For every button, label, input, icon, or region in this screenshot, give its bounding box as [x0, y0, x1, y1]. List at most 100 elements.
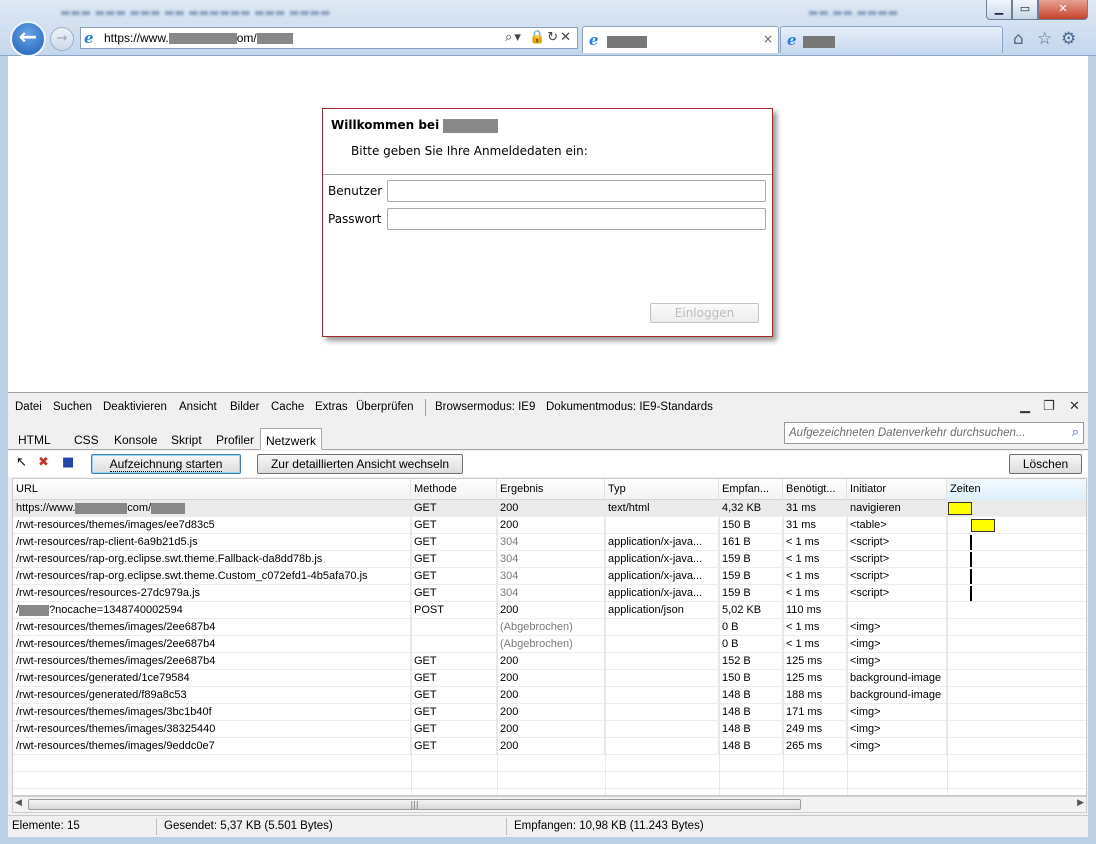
cell-result: 200 — [497, 602, 605, 619]
undock-icon[interactable]: ❐ — [1043, 399, 1055, 414]
cell-received: 4,32 KB — [719, 500, 783, 517]
table-row[interactable]: /rwt-resources/generated/f89a8c53 GET 200 1… — [13, 687, 1086, 704]
cell-time: < 1 ms — [783, 534, 847, 551]
menu-bilder[interactable]: Bilder — [230, 401, 259, 413]
address-bar[interactable]: e https://www. om/ ⌕▾ 🔒↻✕ — [80, 27, 578, 49]
tab-skript[interactable]: Skript — [171, 428, 202, 450]
col-zeiten[interactable]: Zeiten — [947, 479, 1086, 500]
document-mode[interactable]: Dokumentmodus: IE9-Standards — [546, 401, 713, 413]
menu-deaktivieren[interactable]: Deaktivieren — [103, 401, 167, 413]
lock-icon[interactable]: 🔒 — [529, 30, 547, 45]
table-row[interactable]: /rwt-resources/generated/1ce79584 GET 200 1… — [13, 670, 1086, 687]
scroll-left-icon[interactable]: ◀ — [15, 798, 22, 808]
cell-timing — [947, 534, 1086, 551]
gear-icon[interactable]: ⚙ — [1061, 29, 1076, 49]
cell-url: /rwt-resources/generated/1ce79584 — [13, 670, 411, 687]
tab-profiler[interactable]: Profiler — [216, 428, 254, 450]
minimize-icon[interactable]: ▁ — [1020, 399, 1030, 414]
search-icon[interactable]: ⌕ — [505, 30, 514, 45]
table-row[interactable]: /rwt-resources/themes/images/3bc1b40f GET… — [13, 704, 1086, 721]
menu-extras[interactable]: Extras — [315, 401, 348, 413]
save-icon[interactable]: ■ — [62, 455, 74, 470]
clear-button[interactable]: Löschen — [1009, 454, 1082, 474]
table-row[interactable]: /rwt-resources/resources-27dc979a.js GET 3… — [13, 585, 1086, 602]
cell-time: 110 ms — [783, 602, 847, 619]
table-row[interactable]: /rwt-resources/themes/images/38325440 GET… — [13, 721, 1086, 738]
timing-tick — [970, 569, 972, 584]
star-icon[interactable]: ☆ — [1037, 29, 1052, 49]
menu-ueberpruefen[interactable]: Überprüfen — [356, 401, 414, 413]
url-field[interactable]: https://www. om/ — [104, 31, 293, 45]
address-tools: ⌕▾ 🔒↻✕ — [505, 30, 573, 45]
browser-tab-active[interactable]: e × — [582, 26, 779, 53]
col-url[interactable]: URL — [13, 479, 411, 500]
table-row[interactable]: /rwt-resources/themes/images/9eddc0e7 GET… — [13, 738, 1086, 755]
col-initiator[interactable]: Initiator — [847, 479, 947, 500]
start-recording-button[interactable]: Aufzeichnung starten — [91, 454, 241, 474]
tab-netzwerk[interactable]: Netzwerk — [260, 428, 323, 450]
table-row[interactable]: /rwt-resources/rap-org.eclipse.swt.theme… — [13, 568, 1086, 585]
login-button[interactable]: Einloggen — [650, 303, 759, 323]
scroll-right-icon[interactable]: ▶ — [1077, 798, 1084, 808]
horizontal-scrollbar[interactable]: ◀ ||| ▶ — [12, 796, 1087, 813]
internet-explorer-icon: e — [589, 31, 599, 49]
cell-result: 200 — [497, 704, 605, 721]
scrollbar-thumb[interactable]: ||| — [28, 799, 801, 810]
table-row[interactable]: /rwt-resources/rap-client-6a9b21d5.js GET… — [13, 534, 1086, 551]
delete-icon[interactable]: ✖ — [38, 455, 49, 470]
close-tab-icon[interactable]: × — [763, 32, 773, 46]
table-row[interactable]: / ?nocache=1348740002594 POST 200 applicatio… — [13, 602, 1086, 619]
cell-url: /rwt-resources/rap-client-6a9b21d5.js — [13, 534, 411, 551]
empty-row — [13, 772, 1086, 789]
table-row[interactable]: /rwt-resources/themes/images/ee7d83c5 GET… — [13, 517, 1086, 534]
cell-result: 304 — [497, 551, 605, 568]
col-typ[interactable]: Typ — [605, 479, 719, 500]
close-icon[interactable]: ✕ — [1069, 399, 1080, 414]
table-header: URL Methode Ergebnis Typ Empfan... Benöt… — [13, 479, 1086, 500]
home-icon[interactable]: ⌂ — [1013, 29, 1024, 49]
table-row[interactable]: /rwt-resources/themes/images/2ee687b4 GET… — [13, 653, 1086, 670]
traffic-search-input[interactable]: Aufgezeichneten Datenverkehr durchsuchen… — [784, 422, 1084, 444]
col-methode[interactable]: Methode — [411, 479, 497, 500]
pointer-icon[interactable]: ↖ — [16, 455, 27, 470]
tab-title-redacted — [803, 36, 835, 48]
password-input[interactable] — [387, 208, 766, 230]
cell-timing — [947, 721, 1086, 738]
status-separator — [156, 818, 157, 835]
col-ergebnis[interactable]: Ergebnis — [497, 479, 605, 500]
cell-type — [605, 653, 719, 670]
col-benoetigt[interactable]: Benötigt... — [783, 479, 847, 500]
tab-konsole[interactable]: Konsole — [114, 428, 157, 450]
table-row[interactable]: /rwt-resources/themes/images/2ee687b4 (Ab… — [13, 619, 1086, 636]
table-row[interactable]: https://www. com/GET 200 text/html 4,32 KB 31… — [13, 500, 1086, 517]
stop-icon[interactable]: ✕ — [560, 30, 573, 45]
user-input[interactable] — [387, 180, 766, 202]
menu-suchen[interactable]: Suchen — [53, 401, 92, 413]
cell-type — [605, 738, 719, 755]
cell-initiator: <img> — [847, 738, 947, 755]
cell-url: /rwt-resources/themes/images/3bc1b40f — [13, 704, 411, 721]
refresh-icon[interactable]: ↻ — [547, 30, 560, 45]
tab-html[interactable]: HTML — [18, 428, 51, 450]
search-icon[interactable]: ⌕ — [1072, 425, 1079, 440]
browser-tab[interactable]: e — [780, 26, 1003, 53]
menu-ansicht[interactable]: Ansicht — [179, 401, 217, 413]
minimize-button[interactable]: ▁ — [986, 0, 1012, 20]
cell-type — [605, 670, 719, 687]
back-arrow-icon[interactable]: ← — [10, 21, 46, 57]
col-empfangen[interactable]: Empfan... — [719, 479, 783, 500]
tab-css[interactable]: CSS — [74, 428, 99, 450]
maximize-button[interactable]: ▭ — [1012, 0, 1038, 20]
cell-initiator: navigieren — [847, 500, 947, 517]
browser-mode[interactable]: Browsermodus: IE9 — [435, 401, 535, 413]
close-window-button[interactable]: ✕ — [1038, 0, 1088, 20]
cell-result: 200 — [497, 721, 605, 738]
forward-arrow-icon[interactable]: → — [50, 27, 74, 51]
cell-timing — [947, 602, 1086, 619]
menu-cache[interactable]: Cache — [271, 401, 304, 413]
table-row[interactable]: /rwt-resources/themes/images/2ee687b4 (Ab… — [13, 636, 1086, 653]
detail-view-button[interactable]: Zur detaillierten Ansicht wechseln — [257, 454, 463, 474]
dropdown-icon[interactable]: ▾ — [514, 30, 523, 45]
table-row[interactable]: /rwt-resources/rap-org.eclipse.swt.theme… — [13, 551, 1086, 568]
menu-datei[interactable]: Datei — [15, 401, 42, 413]
